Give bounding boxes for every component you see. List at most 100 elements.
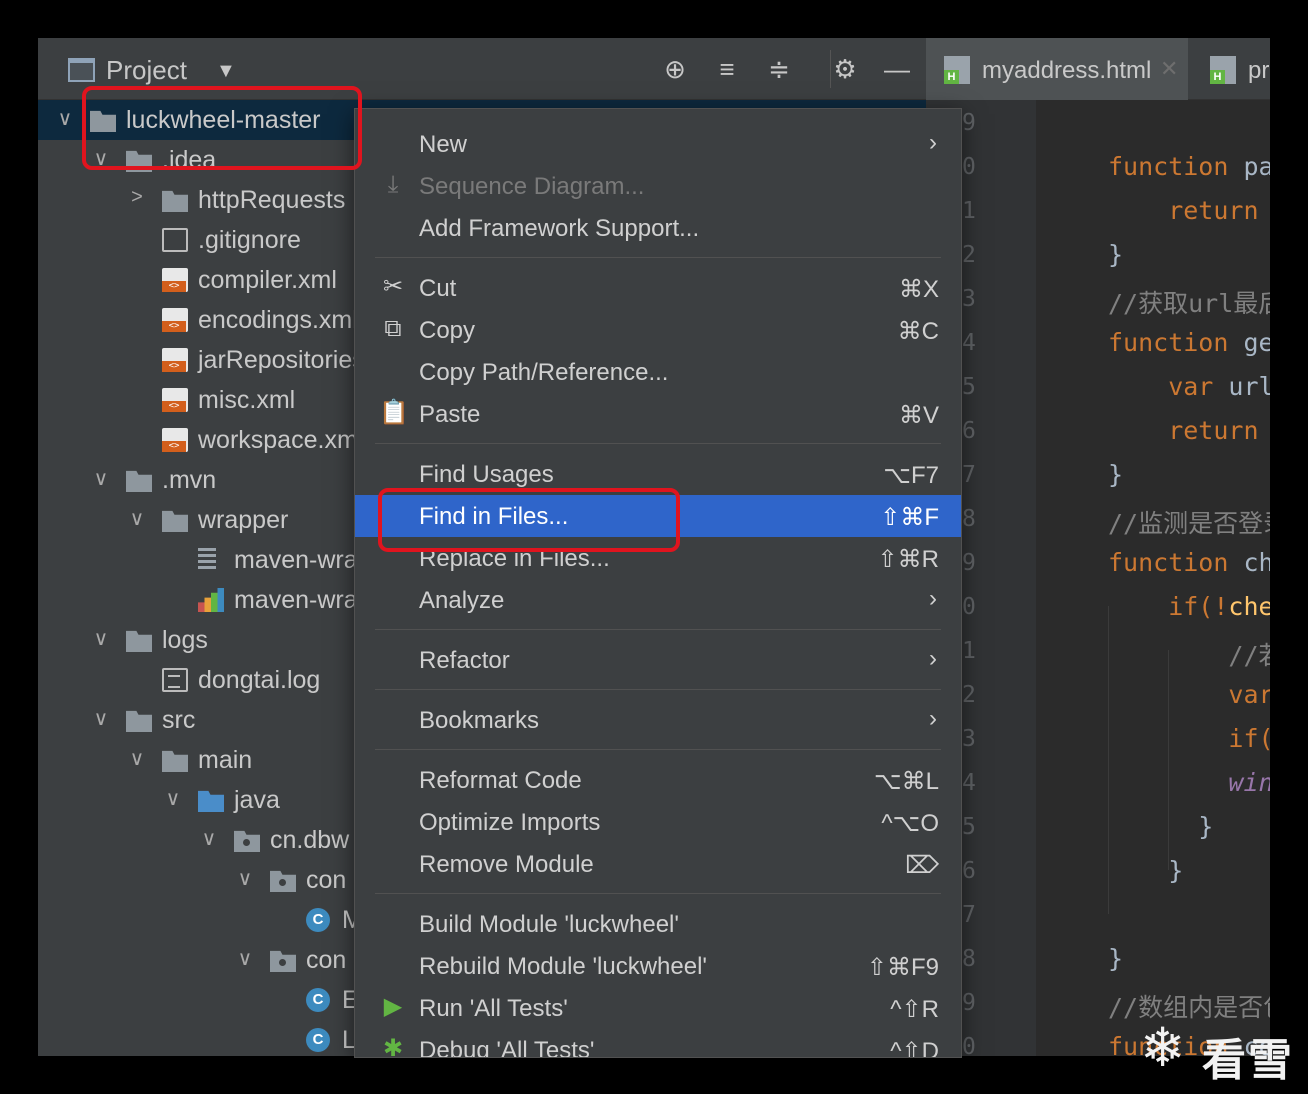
code-line: function chec	[1108, 548, 1270, 577]
line-number: 3	[962, 286, 976, 312]
line-number: 6	[962, 418, 976, 444]
menu-separator	[375, 443, 941, 444]
package-icon	[270, 950, 296, 972]
chevron-down-icon[interactable]: ∨	[198, 826, 220, 851]
menu-item-new[interactable]: New ›	[355, 123, 961, 165]
html-file-icon	[944, 56, 970, 84]
chevron-right-icon: ›	[929, 645, 937, 672]
run-icon: ▶	[383, 993, 403, 1020]
tree-node-label: cn.dbw	[270, 826, 350, 854]
xml-file-icon	[162, 388, 188, 412]
line-number: 7	[962, 462, 976, 488]
code-line: var	[1108, 680, 1270, 709]
menu-item-remove-module[interactable]: Remove Module ⌦	[355, 843, 961, 885]
menu-shortcut: ⇧⌘F9	[866, 954, 939, 981]
code-token: //若未	[1228, 641, 1270, 670]
code-token: }	[1108, 944, 1124, 973]
code-token: var	[1108, 372, 1229, 401]
tab-pr[interactable]: pr	[1188, 38, 1270, 100]
menu-separator	[375, 689, 941, 690]
menu-item-refactor[interactable]: Refactor ›	[355, 639, 961, 681]
menu-item-build-module-luckwheel[interactable]: Build Module 'luckwheel'	[355, 903, 961, 945]
menu-item-analyze[interactable]: Analyze ›	[355, 579, 961, 621]
tree-node-label: main	[198, 746, 253, 774]
line-number: 9	[962, 110, 976, 136]
code-token: if(!	[1228, 724, 1270, 753]
locate-icon[interactable]: ⊕	[660, 54, 690, 84]
chevron-down-icon[interactable]: ∨	[234, 866, 256, 891]
editor-tabs: myaddress.html ✕ pr	[926, 38, 1270, 100]
code-token: function	[1108, 328, 1244, 357]
menu-item-label: Bookmarks	[419, 707, 540, 734]
code-line: //监测是否登录,	[1108, 504, 1270, 540]
menu-item-reformat-code[interactable]: Reformat Code ⌥⌘L	[355, 759, 961, 801]
line-number: 4	[962, 330, 976, 356]
menu-item-label: Paste	[419, 401, 481, 428]
expand-all-icon[interactable]: ≡	[712, 54, 742, 84]
xml-file-icon	[162, 428, 188, 452]
chevron-down-icon[interactable]: ∨	[90, 626, 112, 651]
code-token: getU	[1243, 328, 1270, 357]
code-line: return ne	[1108, 196, 1270, 225]
folder-icon	[162, 510, 188, 532]
menu-item-label: Cut	[419, 275, 457, 302]
menu-item-cut[interactable]: ✂ Cut ⌘X	[355, 267, 961, 309]
chevron-down-icon[interactable]: ∨	[162, 786, 184, 811]
menu-item-bookmarks[interactable]: Bookmarks ›	[355, 699, 961, 741]
code-token: wind	[1228, 768, 1270, 797]
menu-item-debug-all-tests[interactable]: ✱ Debug 'All Tests' ^⇧D	[355, 1029, 961, 1057]
context-menu[interactable]: New › ⤓ Sequence Diagram... Add Framework Su…	[354, 108, 962, 1058]
menu-item-paste[interactable]: 📋 Paste ⌘V	[355, 393, 961, 435]
close-icon[interactable]: ✕	[1160, 56, 1178, 82]
menu-separator	[375, 629, 941, 630]
gear-icon[interactable]: ⚙	[830, 54, 860, 84]
package-icon	[270, 870, 296, 892]
line-number: 0	[962, 1034, 976, 1056]
line-number: 6	[962, 858, 976, 884]
menu-item-label: Refactor	[419, 647, 510, 674]
chevron-right-icon: ›	[929, 585, 937, 612]
line-number: 1	[962, 638, 976, 664]
menu-item-copy[interactable]: ⧉ Copy ⌘C	[355, 309, 961, 351]
menu-separator	[375, 257, 941, 258]
menu-item-optimize-imports[interactable]: Optimize Imports ^⌥O	[355, 801, 961, 843]
chevron-down-icon[interactable]: ∨	[54, 106, 76, 131]
menu-separator	[375, 749, 941, 750]
chevron-down-icon[interactable]: ▼	[216, 60, 236, 83]
collapse-all-icon[interactable]: ≑	[764, 54, 794, 84]
tab-myaddress-html[interactable]: myaddress.html ✕	[926, 38, 1188, 100]
text-file-icon	[162, 668, 188, 692]
chevron-down-icon[interactable]: ∨	[234, 946, 256, 971]
menu-shortcut: ⌘X	[898, 276, 939, 303]
menu-item-run-all-tests[interactable]: ▶ Run 'All Tests' ^⇧R	[355, 987, 961, 1029]
code-token: }	[1108, 856, 1184, 885]
chevron-down-icon[interactable]: ∨	[126, 506, 148, 531]
chevron-down-icon[interactable]: ∨	[126, 746, 148, 771]
menu-item-label: Reformat Code	[419, 767, 582, 794]
chevron-right-icon: ›	[929, 129, 937, 156]
menu-item-label: Analyze	[419, 587, 505, 614]
menu-shortcut: ⌘C	[897, 318, 939, 345]
code-editor[interactable]: function pars return ne} //获取url最后的 functi…	[1038, 100, 1270, 1056]
code-line: function pars	[1108, 152, 1270, 181]
code-token: url=	[1228, 372, 1270, 401]
menu-item-label: Copy Path/Reference...	[419, 359, 669, 386]
code-line: //若未	[1108, 636, 1270, 672]
line-number: 1	[962, 198, 976, 224]
xml-file-icon	[162, 348, 188, 372]
menu-shortcut: ⌘V	[898, 402, 939, 429]
annotation-box-project-root	[82, 86, 362, 170]
menu-item-add-framework-support[interactable]: Add Framework Support...	[355, 207, 961, 249]
chevron-down-icon[interactable]: ∨	[90, 706, 112, 731]
code-token: pars	[1243, 152, 1270, 181]
chevron-down-icon[interactable]: ∨	[90, 466, 112, 491]
hide-icon[interactable]: —	[882, 54, 912, 84]
menu-item-label: Run 'All Tests'	[419, 995, 568, 1022]
menu-shortcut: ⌥F7	[883, 462, 939, 489]
menu-item-rebuild-module-luckwheel[interactable]: Rebuild Module 'luckwheel' ⇧⌘F9	[355, 945, 961, 987]
menu-item-copy-path-reference[interactable]: Copy Path/Reference...	[355, 351, 961, 393]
chevron-right-icon[interactable]: >	[126, 186, 148, 209]
project-view-selector[interactable]: Project	[106, 55, 187, 86]
xml-file-icon	[162, 308, 188, 332]
tab-label: myaddress.html	[982, 57, 1152, 84]
